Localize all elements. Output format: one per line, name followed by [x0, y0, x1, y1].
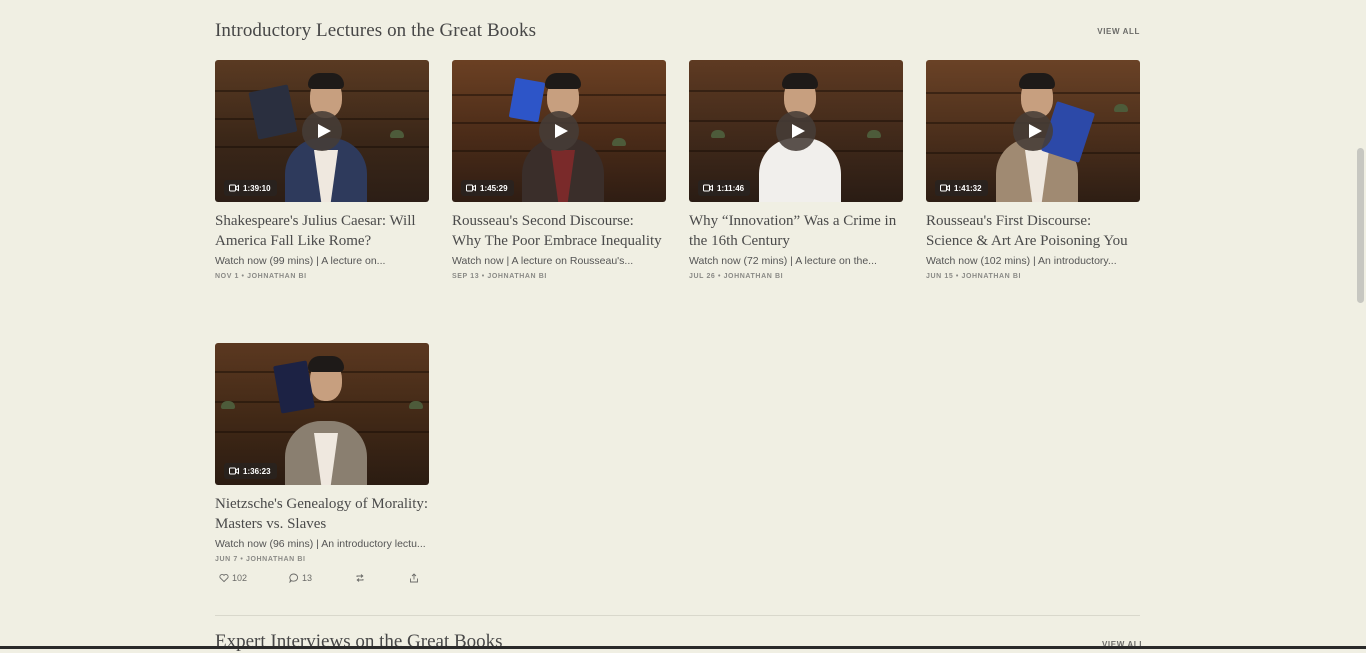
video-camera-icon	[229, 467, 239, 475]
section-header: Introductory Lectures on the Great Books…	[215, 0, 1140, 60]
play-icon	[554, 124, 568, 138]
play-button[interactable]	[539, 111, 579, 151]
duration-badge: 1:41:32	[935, 180, 988, 196]
video-card: 1:36:23 Nietzsche's Genealogy of Moralit…	[215, 343, 429, 585]
play-icon	[1028, 124, 1042, 138]
video-title[interactable]: Rousseau's Second Discourse: Why The Poo…	[452, 212, 666, 251]
video-description: Watch now (96 mins) | An introductory le…	[215, 538, 426, 550]
duration-badge: 1:45:29	[461, 180, 514, 196]
video-thumbnail[interactable]: 1:45:29	[452, 60, 666, 202]
share-button[interactable]	[409, 573, 419, 583]
video-meta: JUN 15 • JOHNATHAN BI	[926, 273, 1022, 280]
video-thumbnail[interactable]: 1:36:23	[215, 343, 429, 485]
section-title: Expert Interviews on the Great Books	[215, 631, 503, 652]
video-meta: NOV 1 • JOHNATHAN BI	[215, 273, 307, 280]
video-camera-icon	[466, 184, 476, 192]
like-button[interactable]: 102	[219, 573, 247, 583]
video-title[interactable]: Shakespeare's Julius Caesar: Will Americ…	[215, 212, 429, 251]
video-title[interactable]: Nietzsche's Genealogy of Morality: Maste…	[215, 495, 429, 534]
duration-text: 1:45:29	[480, 183, 508, 193]
video-description: Watch now (102 mins) | An introductory..…	[926, 255, 1117, 267]
scrollbar[interactable]	[1354, 0, 1366, 649]
video-card: 1:41:32 Rousseau's First Discourse: Scie…	[926, 60, 1140, 280]
duration-badge: 1:39:10	[224, 180, 277, 196]
share-icon	[410, 573, 418, 583]
duration-text: 1:11:46	[717, 183, 745, 193]
video-card: 1:39:10 Shakespeare's Julius Caesar: Wil…	[215, 60, 429, 280]
duration-text: 1:36:23	[243, 466, 271, 476]
video-camera-icon	[703, 184, 713, 192]
scrollbar-thumb[interactable]	[1357, 148, 1364, 303]
video-description: Watch now (99 mins) | A lecture on...	[215, 255, 386, 267]
restack-icon	[356, 574, 364, 582]
video-title[interactable]: Rousseau's First Discourse: Science & Ar…	[926, 212, 1140, 251]
video-description: Watch now (72 mins) | A lecture on the..…	[689, 255, 877, 267]
video-meta: JUN 7 • JOHNATHAN BI	[215, 556, 306, 563]
video-camera-icon	[229, 184, 239, 192]
duration-badge: 1:11:46	[698, 180, 751, 196]
view-all-link[interactable]: VIEW ALL	[1097, 27, 1140, 36]
play-button[interactable]	[302, 111, 342, 151]
video-title[interactable]: Why “Innovation” Was a Crime in the 16th…	[689, 212, 903, 251]
video-description: Watch now | A lecture on Rousseau's...	[452, 255, 634, 267]
video-card: 1:11:46 Why “Innovation” Was a Crime in …	[689, 60, 903, 280]
duration-text: 1:39:10	[243, 183, 271, 193]
video-thumbnail[interactable]: 1:39:10	[215, 60, 429, 202]
post-actions: 102 13	[215, 571, 429, 585]
like-count: 102	[232, 573, 248, 583]
video-card: 1:45:29 Rousseau's Second Discourse: Why…	[452, 60, 666, 280]
comment-button[interactable]: 13	[289, 573, 312, 583]
video-meta: JUL 26 • JOHNATHAN BI	[689, 273, 784, 280]
comment-count: 13	[302, 573, 313, 583]
duration-text: 1:41:32	[954, 183, 982, 193]
section-divider	[215, 615, 1140, 616]
duration-badge: 1:36:23	[224, 463, 277, 479]
play-button[interactable]	[776, 111, 816, 151]
video-camera-icon	[940, 184, 950, 192]
video-thumbnail[interactable]: 1:41:32	[926, 60, 1140, 202]
play-icon	[791, 124, 805, 138]
play-button[interactable]	[1013, 111, 1053, 151]
video-meta: SEP 13 • JOHNATHAN BI	[452, 273, 547, 280]
section-title: Introductory Lectures on the Great Books	[215, 20, 537, 41]
video-thumbnail[interactable]: 1:11:46	[689, 60, 903, 202]
comment-icon	[289, 573, 299, 583]
play-icon	[317, 124, 331, 138]
main-content: Introductory Lectures on the Great Books…	[215, 0, 1140, 583]
heart-icon	[219, 574, 229, 583]
restack-button[interactable]	[355, 573, 365, 583]
